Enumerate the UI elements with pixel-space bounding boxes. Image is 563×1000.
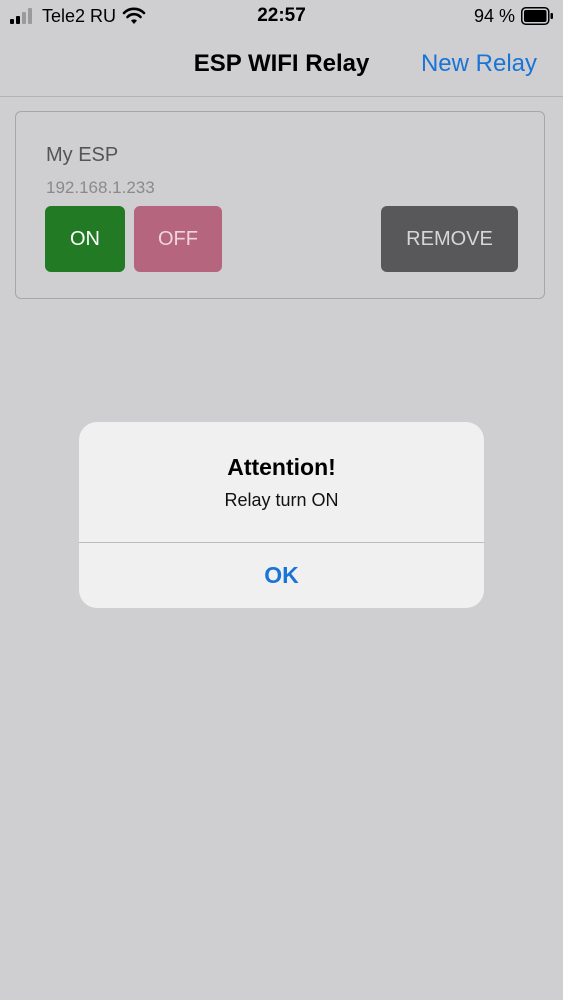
new-relay-button[interactable]: New Relay bbox=[421, 50, 537, 78]
off-button[interactable]: OFF bbox=[134, 206, 222, 272]
battery-icon bbox=[521, 7, 553, 25]
nav-bar: ESP WIFI Relay New Relay bbox=[0, 34, 563, 97]
remove-button[interactable]: REMOVE bbox=[381, 206, 518, 272]
alert-title: Attention! bbox=[227, 454, 336, 480]
device-ip: 192.168.1.233 bbox=[46, 178, 155, 197]
device-name: My ESP bbox=[46, 144, 119, 166]
status-bar: Tele2 RU 22:57 94 % bbox=[0, 0, 563, 34]
alert-message: Relay turn ON bbox=[224, 490, 339, 510]
relay-card: My ESP 192.168.1.233 ON OFF REMOVE bbox=[15, 111, 545, 299]
alert-dialog: Attention! Relay turn ON OK bbox=[79, 422, 484, 608]
on-button[interactable]: ON bbox=[45, 206, 125, 272]
ok-button[interactable]: OK bbox=[79, 543, 484, 608]
battery-percentage: 94 % bbox=[473, 6, 515, 26]
